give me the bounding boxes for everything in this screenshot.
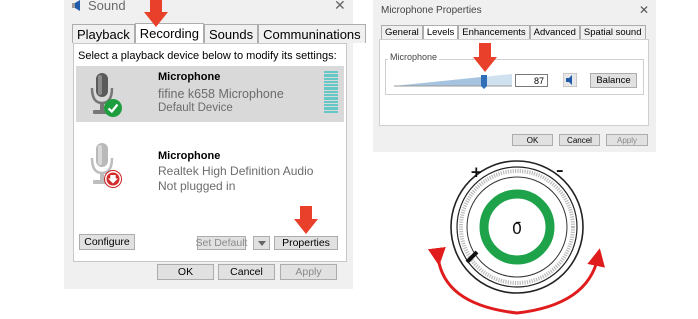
device-line2: Not plugged in bbox=[158, 179, 236, 193]
device-item-fifine[interactable]: Microphone fifine k658 Microphone Defaul… bbox=[76, 66, 344, 122]
volume-knob-diagram: 0̄ + – bbox=[427, 160, 605, 315]
unplugged-arrow-icon bbox=[104, 170, 122, 188]
tab-general[interactable]: General bbox=[381, 25, 423, 39]
recording-pointer-arrow bbox=[144, 0, 168, 27]
device-line1: fifine k658 Microphone bbox=[158, 87, 284, 101]
levels-panel: Microphone 87 Balance bbox=[379, 39, 649, 126]
slider-thumb[interactable] bbox=[481, 75, 487, 89]
sound-tabs: Playback Recording Sounds Communinations bbox=[72, 23, 366, 44]
properties-button[interactable]: Properties bbox=[274, 236, 338, 250]
tab-enhancements[interactable]: Enhancements bbox=[458, 25, 530, 39]
tab-sounds[interactable]: Sounds bbox=[204, 24, 259, 43]
tab-advanced[interactable]: Advanced bbox=[529, 25, 580, 39]
sound-title: Sound bbox=[88, 0, 126, 13]
mute-symbol: 0̄ bbox=[512, 219, 522, 238]
device-line2: Default Device bbox=[158, 102, 233, 114]
ok-button[interactable]: OK bbox=[157, 264, 214, 280]
device-line1: Realtek High Definition Audio bbox=[158, 164, 314, 178]
device-item-realtek[interactable]: Microphone Realtek High Definition Audio… bbox=[76, 136, 344, 196]
properties-pointer-arrow bbox=[294, 206, 318, 234]
tab-levels[interactable]: Levels bbox=[422, 25, 459, 39]
level-value-input[interactable]: 87 bbox=[515, 74, 548, 87]
chevron-down-icon bbox=[257, 240, 266, 246]
microphone-properties-dialog: Microphone Properties ✕ General Levels E… bbox=[373, 0, 656, 152]
level-slider[interactable] bbox=[394, 73, 512, 89]
speaker-icon bbox=[72, 0, 80, 11]
tab-spatial-sound[interactable]: Spatial sound bbox=[579, 25, 646, 39]
tab-playback[interactable]: Playback bbox=[72, 24, 135, 43]
apply-button[interactable]: Apply bbox=[606, 134, 648, 146]
apply-button[interactable]: Apply bbox=[280, 264, 337, 280]
mute-speaker-icon[interactable] bbox=[563, 73, 577, 87]
close-icon[interactable]: ✕ bbox=[334, 0, 346, 14]
device-name: Microphone bbox=[158, 71, 221, 83]
properties-title: Microphone Properties bbox=[381, 5, 482, 16]
ok-button[interactable]: OK bbox=[512, 134, 553, 146]
level-meter bbox=[324, 71, 338, 114]
cancel-button[interactable]: Cancel bbox=[218, 264, 275, 280]
close-icon[interactable]: ✕ bbox=[639, 3, 649, 17]
microphone-group-label: Microphone bbox=[388, 52, 440, 62]
set-default-dropdown[interactable] bbox=[253, 236, 270, 250]
set-default-button[interactable]: Set Default bbox=[196, 236, 247, 250]
sound-dialog: Sound ✕ Playback Recording Sounds Commun… bbox=[64, 0, 366, 289]
plus-label: + bbox=[470, 163, 483, 181]
cancel-button[interactable]: Cancel bbox=[559, 134, 600, 146]
minus-label: – bbox=[556, 161, 564, 179]
instruction-text: Select a playback device below to modify… bbox=[78, 50, 337, 62]
configure-button[interactable]: Configure bbox=[79, 234, 135, 250]
balance-button[interactable]: Balance bbox=[590, 73, 637, 88]
properties-tabs: General Levels Enhancements Advanced Spa… bbox=[381, 25, 646, 39]
slider-pointer-arrow bbox=[473, 43, 497, 72]
device-name: Microphone bbox=[158, 150, 221, 162]
sound-title-bar: Sound bbox=[72, 0, 126, 13]
check-icon bbox=[104, 99, 122, 117]
tab-communications[interactable]: Communinations bbox=[258, 24, 366, 43]
